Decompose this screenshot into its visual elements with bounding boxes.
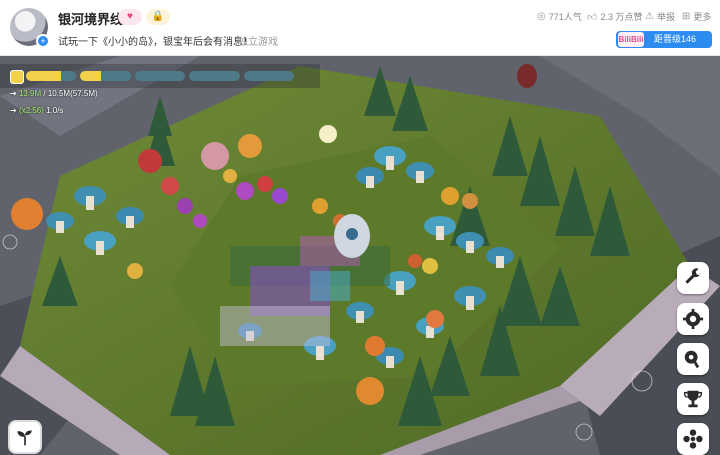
flower-button[interactable] [677,423,709,455]
game-scene [0,56,720,455]
sprout-icon [17,430,32,446]
map-pin-icon [684,350,700,369]
game-header: + 银河境界线 ♥ 🔒 试玩一下《小小的岛》，银宝年后会有消息！ 独立游戏 ◎ … [0,0,720,56]
plus-icon[interactable]: + [36,34,50,48]
lock-icon: 🔒 [146,9,170,25]
map-button[interactable] [677,343,709,375]
settings-button[interactable] [677,303,709,335]
level-progress[interactable]: BiliBili 距晋级146 [616,31,712,48]
level-label: 距晋级146 [654,34,697,44]
wrench-icon [685,268,701,284]
sprout-button[interactable] [8,420,42,454]
heart-icon: ♥ [118,9,142,25]
gear-icon [682,308,704,330]
thumb-up-icon: 👍︎ [587,11,598,23]
popularity-stat: ◎ 771人气 [537,11,582,22]
game-canvas[interactable]: ➔ 13.9M / 10.5M(57.5M) ➔ (x2.56) 1.0/s [0,56,720,455]
game-title: 银河境界线 [58,12,124,27]
report-button[interactable]: ⚠︎ 举报 [645,10,675,23]
wrench-button[interactable] [677,262,709,294]
game-subtitle: 试玩一下《小小的岛》，银宝年后会有消息！ [58,37,253,48]
flower-icon [683,429,703,449]
grid-icon: ⊞ [682,11,691,22]
indie-tag[interactable]: 独立游戏 [238,33,278,48]
trophy-icon [684,390,702,408]
eye-icon: ◎ [537,11,546,22]
warning-icon: ⚠︎ [645,11,654,22]
bilibili-logo: BiliBili [618,32,644,47]
like-stat[interactable]: 👍︎ 2.3 万点赞 [587,10,642,23]
trophy-button[interactable] [677,383,709,415]
more-button[interactable]: ⊞ 更多 [682,10,711,23]
